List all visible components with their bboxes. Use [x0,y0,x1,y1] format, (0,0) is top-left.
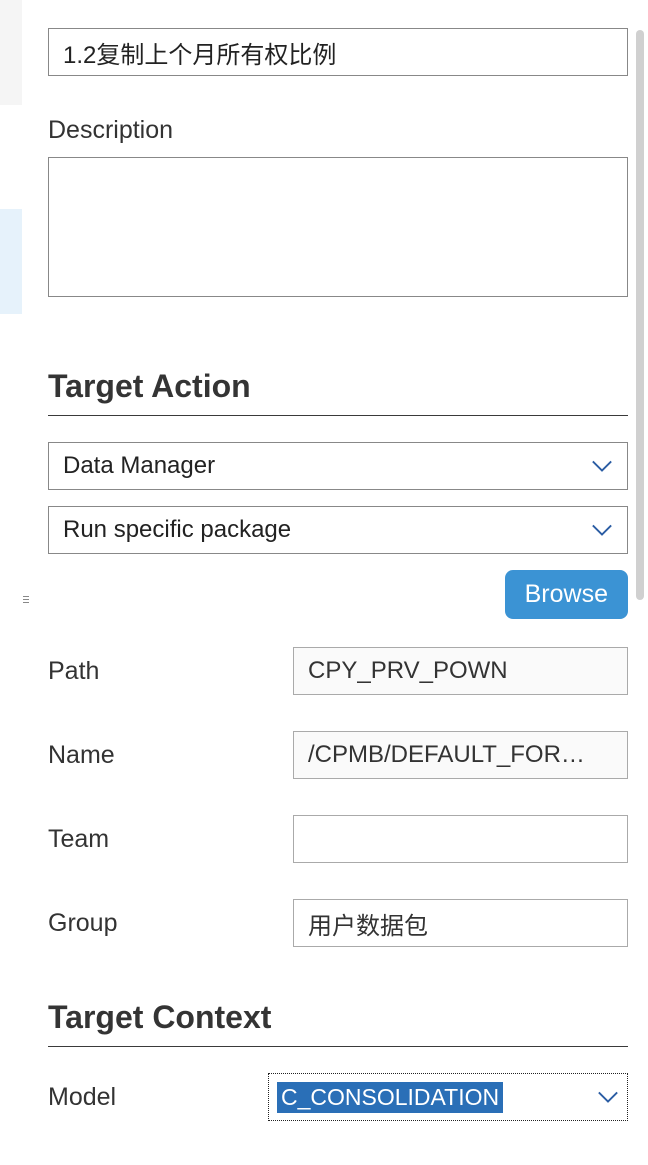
left-rail [0,0,22,1165]
properties-panel: Description Target Action Data Manager R… [48,28,628,1121]
left-rail-grey [0,0,22,105]
model-select[interactable]: C_CONSOLIDATION [268,1073,628,1121]
browse-button[interactable]: Browse [505,570,628,619]
panel-resize-handle[interactable] [22,590,30,608]
model-select-value: C_CONSOLIDATION [277,1082,503,1113]
target-action-mode-select[interactable]: Run specific package [48,506,628,554]
path-input[interactable]: CPY_PRV_POWN [293,647,628,695]
team-label: Team [48,825,293,854]
target-action-type-select[interactable]: Data Manager [48,442,628,490]
group-input[interactable]: 用户数据包 [293,899,628,947]
scrollbar-vertical[interactable] [636,30,644,600]
package-name-input[interactable]: /CPMB/DEFAULT_FOR… [293,731,628,779]
target-action-mode-value: Run specific package [63,516,291,544]
browse-row: Browse [48,570,628,619]
team-row: Team [48,815,628,863]
group-label: Group [48,909,293,938]
name-label: Name [48,741,293,770]
chevron-down-icon [597,1090,619,1104]
target-context-divider [48,1046,628,1047]
description-label: Description [48,116,628,145]
model-row: Model C_CONSOLIDATION [48,1073,628,1121]
target-context-heading: Target Context [48,999,628,1036]
target-action-type-value: Data Manager [63,452,215,480]
chevron-down-icon [591,459,613,473]
target-action-divider [48,415,628,416]
name-row: Name /CPMB/DEFAULT_FOR… [48,731,628,779]
left-rail-active [0,209,22,314]
target-action-heading: Target Action [48,368,628,405]
group-row: Group 用户数据包 [48,899,628,947]
description-textarea[interactable] [48,157,628,297]
path-label: Path [48,657,293,686]
team-input[interactable] [293,815,628,863]
name-input[interactable] [48,28,628,76]
model-label: Model [48,1083,268,1112]
path-row: Path CPY_PRV_POWN [48,647,628,695]
chevron-down-icon [591,523,613,537]
